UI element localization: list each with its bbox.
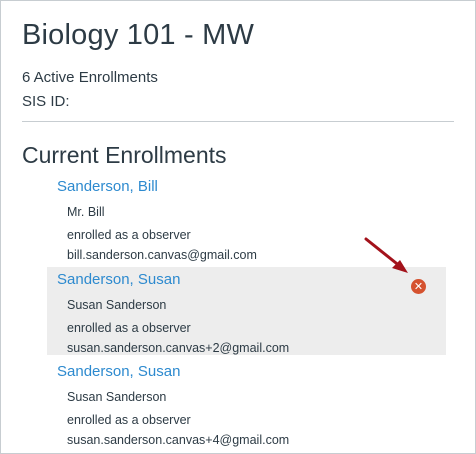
- enrollment-role: enrolled as a observer: [67, 413, 191, 427]
- enrollment-role: enrolled as a observer: [67, 228, 191, 242]
- enrollment-item-highlighted: Sanderson, Susan ✕ Susan Sanderson enrol…: [47, 267, 446, 355]
- enrollment-role: enrolled as a observer: [67, 321, 191, 335]
- enrollment-user-link[interactable]: Sanderson, Susan: [57, 271, 180, 288]
- enrollment-email: susan.sanderson.canvas+4@gmail.com: [67, 433, 290, 447]
- enrollment-user-link[interactable]: Sanderson, Susan: [57, 363, 180, 380]
- divider: [22, 121, 454, 122]
- remove-enrollment-icon[interactable]: ✕: [411, 279, 426, 294]
- active-enrollments-count: 6 Active Enrollments: [22, 69, 158, 86]
- enrollment-email: susan.sanderson.canvas+2@gmail.com: [67, 341, 290, 355]
- annotation-arrow-icon: [364, 237, 408, 273]
- enrollment-display-name: Susan Sanderson: [67, 390, 167, 404]
- enrollment-display-name: Susan Sanderson: [67, 298, 167, 312]
- enrollment-display-name: Mr. Bill: [67, 205, 105, 219]
- enrollment-email: bill.sanderson.canvas@gmail.com: [67, 248, 257, 262]
- page-title: Biology 101 - MW: [22, 19, 255, 51]
- enrollment-item: Sanderson, Susan Susan Sanderson enrolle…: [47, 359, 446, 451]
- enrollment-user-link[interactable]: Sanderson, Bill: [57, 178, 158, 195]
- section-title: Current Enrollments: [22, 142, 227, 168]
- sis-id-label: SIS ID:: [22, 93, 70, 110]
- enrollment-panel: Biology 101 - MW 6 Active Enrollments SI…: [0, 0, 476, 454]
